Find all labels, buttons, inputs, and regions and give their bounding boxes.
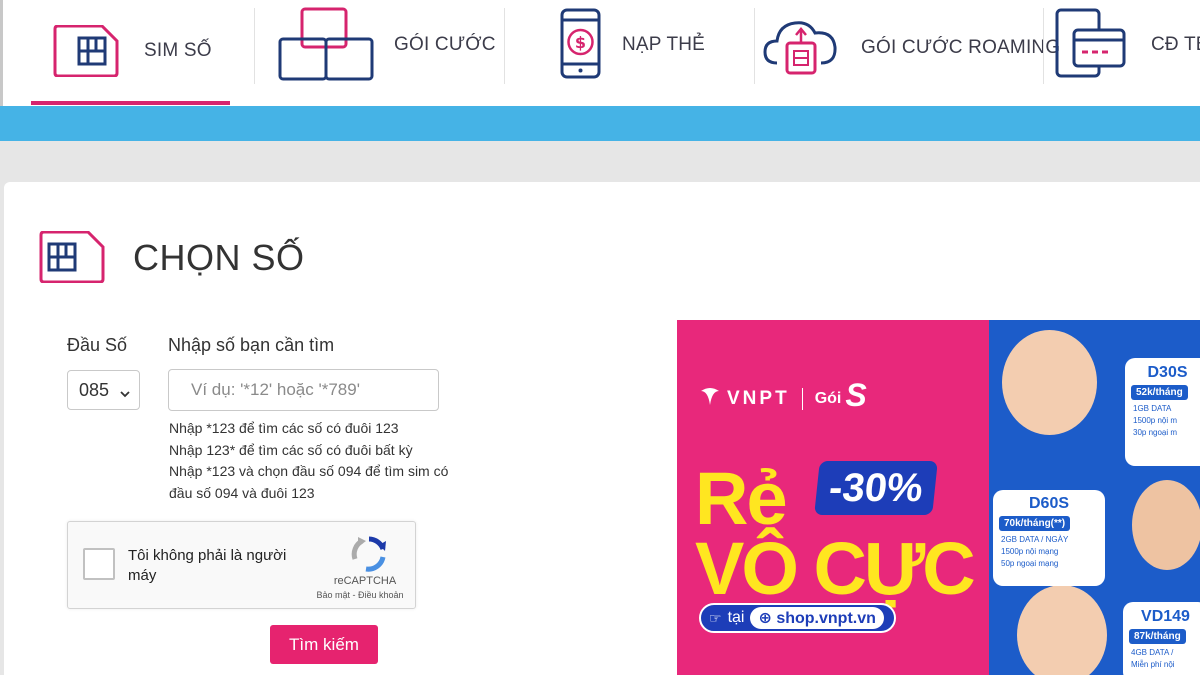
prefix-label: Đầu Số bbox=[67, 335, 128, 355]
package-feature: 1GB DATA bbox=[1133, 404, 1172, 413]
package-feature: 30p ngoại m bbox=[1133, 428, 1178, 437]
package-feature: 4GB DATA / bbox=[1131, 648, 1174, 657]
nav-label: SIM SỐ bbox=[144, 40, 212, 61]
active-tab-indicator bbox=[31, 101, 230, 105]
hint-line: Nhập 123* để tìm các số có đuôi bất kỳ bbox=[169, 441, 413, 458]
vnpt-brand: VNPT bbox=[727, 387, 790, 409]
top-navigation: SIM SỐ GÓI CƯỚC $ NẠP THẺ GÓI CƯỚC ROAMI… bbox=[0, 0, 1200, 106]
promo-banner[interactable]: VNPT Gói S Rẻ -30% VÔ CỰC ☞ tại ⊕ shop.v… bbox=[677, 320, 1200, 675]
nav-divider bbox=[1043, 8, 1044, 84]
headline-vo-cuc: VÔ CỰC bbox=[695, 527, 976, 610]
package-name: D30S bbox=[1147, 364, 1188, 381]
sim-card-icon bbox=[38, 230, 106, 288]
page-title: CHỌN SỐ bbox=[133, 237, 305, 278]
package-price: 87k/tháng bbox=[1129, 629, 1186, 644]
recaptcha-brand: reCAPTCHA bbox=[333, 575, 397, 587]
svg-text:$: $ bbox=[575, 33, 586, 52]
search-hints: Nhập *123 để tìm các số có đuôi 123 Nhập… bbox=[169, 418, 459, 504]
cloud-sim-icon bbox=[763, 13, 837, 82]
nav-divider bbox=[254, 8, 255, 84]
goi-s-mark: S bbox=[845, 377, 867, 413]
hint-line: Nhập *123 và chọn đầu số 094 để tìm sim … bbox=[169, 463, 449, 501]
pointing-hand-icon: ☞ bbox=[709, 609, 722, 626]
nav-label: CĐ TB bbox=[1151, 34, 1200, 55]
package-card: VD149 87k/tháng 4GB DATA / Miễn phí nội bbox=[1123, 602, 1200, 675]
search-label: Nhập số bạn cần tìm bbox=[168, 335, 335, 355]
nav-item-goi-cuoc[interactable]: GÓI CƯỚC bbox=[265, 0, 501, 106]
package-name: VD149 bbox=[1141, 608, 1190, 625]
nav-item-nap-the[interactable]: $ NẠP THẺ bbox=[515, 0, 751, 106]
package-card: D30S 52k/tháng 1GB DATA 1500p nội m 30p … bbox=[1125, 358, 1200, 466]
recaptcha-label: Tôi không phải là người máy bbox=[128, 547, 287, 584]
nav-label: NẠP THẺ bbox=[622, 34, 706, 55]
card-icon bbox=[1054, 8, 1128, 85]
nav-item-cd-tb[interactable]: CĐ TB bbox=[1049, 0, 1200, 106]
sim-card-icon bbox=[52, 24, 120, 82]
chevron-down-icon bbox=[119, 384, 131, 405]
package-feature: Miễn phí nội bbox=[1131, 660, 1175, 669]
package-card: D60S 70k/tháng(**) 2GB DATA / NGÀY 1500p… bbox=[993, 490, 1105, 586]
model-photo bbox=[1132, 480, 1200, 570]
shop-url: ⊕ shop.vnpt.vn bbox=[750, 607, 884, 629]
prefix-value: 085 bbox=[79, 379, 110, 400]
nav-item-goi-cuoc-roaming[interactable]: GÓI CƯỚC ROAMING bbox=[759, 0, 1060, 106]
nav-label: GÓI CƯỚC bbox=[394, 34, 496, 55]
vnpt-swoosh-icon bbox=[699, 385, 721, 412]
globe-icon: ⊕ bbox=[758, 610, 772, 627]
shop-link[interactable]: ☞ tại ⊕ shop.vnpt.vn bbox=[699, 603, 896, 633]
recaptcha-widget: Tôi không phải là người máy reCAPTCHA Bả… bbox=[67, 521, 416, 609]
package-boxes-icon bbox=[277, 7, 375, 88]
goi-text: Gói bbox=[814, 389, 842, 407]
phone-topup-icon: $ bbox=[559, 8, 603, 85]
prefix-select[interactable]: 085 bbox=[67, 370, 140, 410]
cta-at: tại bbox=[727, 609, 745, 626]
model-photo bbox=[1002, 330, 1097, 435]
package-feature: 1500p nội m bbox=[1133, 416, 1178, 425]
package-feature: 1500p nội mạng bbox=[1001, 547, 1059, 556]
hint-line: Nhập *123 để tìm các số có đuôi 123 bbox=[169, 420, 399, 436]
discount-badge: -30% bbox=[814, 461, 938, 515]
logo-divider bbox=[801, 387, 803, 410]
model-photo bbox=[1017, 585, 1107, 675]
nav-item-sim-so[interactable]: SIM SỐ bbox=[31, 0, 230, 106]
recaptcha-logo-icon bbox=[350, 535, 388, 578]
recaptcha-checkbox[interactable] bbox=[83, 548, 115, 580]
search-button[interactable]: Tìm kiếm bbox=[270, 625, 378, 664]
nav-divider bbox=[504, 8, 505, 84]
blue-banner-strip bbox=[0, 106, 1200, 141]
nav-divider bbox=[754, 8, 755, 84]
package-price: 70k/tháng(**) bbox=[999, 516, 1071, 531]
vnpt-logo: VNPT Gói S bbox=[699, 377, 867, 414]
number-search-input[interactable] bbox=[168, 369, 439, 411]
nav-label: GÓI CƯỚC ROAMING bbox=[861, 37, 1061, 58]
shop-url-text: shop.vnpt.vn bbox=[776, 610, 876, 627]
package-price: 52k/tháng bbox=[1131, 385, 1188, 400]
package-feature: 50p ngoại mạng bbox=[1001, 559, 1059, 568]
recaptcha-terms-link[interactable]: Bảo mật - Điều khoản bbox=[304, 590, 416, 600]
package-name: D60S bbox=[1028, 495, 1070, 512]
package-feature: 2GB DATA / NGÀY bbox=[1001, 535, 1069, 544]
